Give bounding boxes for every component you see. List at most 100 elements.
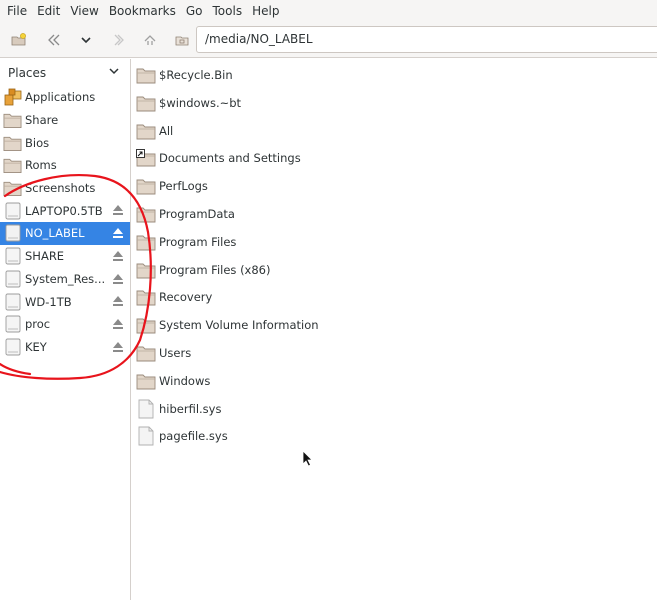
eject-icon[interactable]	[111, 203, 125, 217]
chevron-down-icon	[108, 65, 120, 80]
toolbar: /media/NO_LABEL	[0, 22, 657, 58]
sidebar-item-label: Applications	[25, 90, 96, 105]
file-item[interactable]: $Recycle.Bin	[136, 63, 233, 87]
eject-icon[interactable]	[111, 317, 125, 331]
file-item[interactable]: Recovery	[136, 285, 212, 309]
folder-icon	[136, 287, 156, 307]
up-button[interactable]	[134, 26, 166, 54]
places-sidebar: Places Applications Share Bios Roms Screensh…	[0, 59, 131, 600]
history-dropdown-button[interactable]	[70, 26, 102, 54]
sidebar-item-system-res[interactable]: System_Res...	[0, 268, 130, 291]
folder-icon	[136, 176, 156, 196]
sidebar-item-share[interactable]: Share	[0, 109, 130, 132]
sidebar-item-bios[interactable]: Bios	[0, 131, 130, 154]
places-header[interactable]: Places	[0, 59, 130, 86]
file-item[interactable]: Program Files (x86)	[136, 258, 270, 282]
drive-icon	[3, 293, 22, 311]
file-name: Recovery	[159, 290, 213, 305]
file-item[interactable]: Windows	[136, 369, 210, 393]
file-item[interactable]: $windows.~bt	[136, 91, 241, 115]
sidebar-item-no-label[interactable]: NO_LABEL	[0, 222, 130, 245]
file-item[interactable]: Documents and Settings	[136, 146, 301, 170]
sidebar-item-applications[interactable]: Applications	[0, 86, 130, 109]
file-name: Program Files	[159, 234, 237, 249]
sidebar-item-label: Roms	[25, 158, 57, 173]
eject-icon[interactable]	[111, 294, 125, 308]
folder-icon	[136, 343, 156, 363]
file-name: $Recycle.Bin	[159, 68, 233, 82]
file-name: Windows	[159, 373, 211, 388]
menu-file[interactable]: File	[0, 0, 32, 22]
sidebar-item-label: Share	[25, 113, 59, 128]
sidebar-item-screenshots[interactable]: Screenshots	[0, 177, 130, 200]
file-list: $Recycle.Bin $windows.~bt All Documents and…	[132, 59, 657, 600]
eject-icon[interactable]	[111, 340, 125, 354]
file-name: ProgramData	[159, 207, 235, 221]
sidebar-item-laptop0-5tb[interactable]: LAPTOP0.5TB	[0, 199, 130, 222]
home-button[interactable]	[166, 26, 198, 54]
file-item[interactable]: Users	[136, 341, 191, 365]
folder-icon	[3, 179, 22, 197]
sidebar-item-roms[interactable]: Roms	[0, 154, 130, 177]
file-name: Users	[159, 346, 192, 360]
folder-icon	[3, 156, 22, 174]
forward-icon	[110, 32, 126, 48]
home-icon	[174, 32, 190, 48]
file-item[interactable]: PerfLogs	[136, 174, 208, 198]
menu-edit[interactable]: Edit	[32, 0, 65, 22]
file-item[interactable]: hiberfil.sys	[136, 397, 221, 421]
applications-icon	[3, 88, 22, 106]
location-bar[interactable]: /media/NO_LABEL	[196, 26, 657, 53]
menu-view[interactable]: View	[65, 0, 103, 22]
file-icon	[136, 426, 156, 446]
drive-icon	[3, 247, 22, 265]
new-folder-icon	[11, 32, 27, 48]
file-name: PerfLogs	[159, 179, 208, 194]
sidebar-item-label: KEY	[25, 339, 47, 354]
menu-bookmarks[interactable]: Bookmarks	[104, 0, 181, 22]
file-name: All	[159, 123, 174, 138]
file-name: pagefile.sys	[159, 429, 228, 444]
file-manager-window: File Edit View Bookmarks Go Tools Help /…	[0, 0, 657, 600]
file-name: $windows.~bt	[159, 95, 242, 110]
folder-icon	[136, 204, 156, 224]
sidebar-item-key[interactable]: KEY	[0, 336, 130, 359]
file-item[interactable]: Program Files	[136, 230, 236, 254]
drive-icon	[3, 315, 22, 333]
sidebar-item-label: SHARE	[25, 249, 65, 264]
drive-icon	[3, 202, 22, 220]
back-button[interactable]	[38, 26, 70, 54]
folder-icon	[136, 121, 156, 141]
sidebar-item-label: Bios	[25, 135, 50, 150]
sidebar-item-wd-1tb[interactable]: WD-1TB	[0, 290, 130, 313]
folder-icon	[136, 232, 156, 252]
menu-go[interactable]: Go	[181, 0, 208, 22]
menu-help[interactable]: Help	[247, 0, 284, 22]
file-name: Documents and Settings	[159, 151, 301, 166]
folder-icon	[3, 134, 22, 152]
new-folder-button[interactable]	[3, 26, 35, 54]
file-item[interactable]: pagefile.sys	[136, 424, 228, 448]
sidebar-item-label: NO_LABEL	[25, 226, 85, 241]
eject-icon[interactable]	[111, 226, 125, 240]
drive-icon	[3, 224, 22, 242]
folder-icon	[3, 111, 22, 129]
file-item[interactable]: System Volume Information	[136, 313, 319, 337]
up-icon	[142, 32, 158, 48]
back-icon	[46, 32, 62, 48]
folder-icon	[136, 260, 156, 280]
menu-tools[interactable]: Tools	[208, 0, 248, 22]
file-name: Program Files (x86)	[159, 262, 271, 277]
drive-icon	[3, 270, 22, 288]
file-item[interactable]: ProgramData	[136, 202, 235, 226]
file-item[interactable]: All	[136, 119, 173, 143]
sidebar-item-proc[interactable]: proc	[0, 313, 130, 336]
places-list: Applications Share Bios Roms Screenshots LAPT…	[0, 86, 130, 358]
folder-icon	[136, 93, 156, 113]
file-name: System Volume Information	[159, 318, 319, 333]
forward-button[interactable]	[102, 26, 134, 54]
folder-icon	[136, 315, 156, 335]
eject-icon[interactable]	[111, 272, 125, 286]
sidebar-item-share[interactable]: SHARE	[0, 245, 130, 268]
eject-icon[interactable]	[111, 249, 125, 263]
